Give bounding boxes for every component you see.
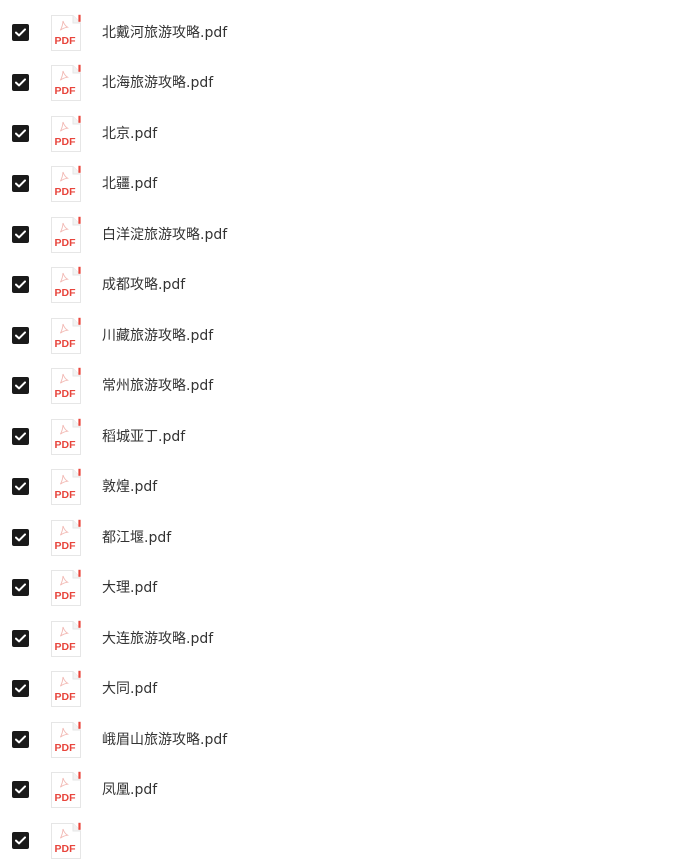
checkbox-checked-icon[interactable]: [12, 327, 29, 344]
pdf-badge-text: PDF: [55, 237, 77, 249]
pdf-file-icon: PDF: [50, 0, 82, 1]
file-name[interactable]: 大连旅游攻略.pdf: [102, 630, 213, 648]
file-name[interactable]: 都江堰.pdf: [102, 529, 171, 547]
pdf-badge-text: PDF: [55, 35, 77, 47]
checkbox-checked-icon[interactable]: [12, 428, 29, 445]
file-row[interactable]: PDF 北海旅游攻略.pdf: [0, 57, 687, 108]
file-row[interactable]: PDF 白洋淀旅游攻略.pdf: [0, 209, 687, 260]
file-name[interactable]: 大同.pdf: [102, 680, 157, 698]
file-name[interactable]: 川藏旅游攻略.pdf: [102, 327, 213, 345]
pdf-badge-text: PDF: [55, 590, 77, 602]
checkbox-checked-icon[interactable]: [12, 529, 29, 546]
checkbox-checked-icon[interactable]: [12, 781, 29, 798]
checkbox-checked-icon[interactable]: [12, 24, 29, 41]
pdf-badge-text: PDF: [55, 691, 77, 703]
pdf-file-icon: PDF: [50, 266, 82, 304]
pdf-badge-text: PDF: [55, 388, 77, 400]
file-row[interactable]: PDF: [0, 815, 687, 865]
file-name[interactable]: 大理.pdf: [102, 579, 157, 597]
pdf-file-icon: PDF: [50, 569, 82, 607]
pdf-file-icon: PDF: [50, 519, 82, 557]
checkbox-checked-icon[interactable]: [12, 731, 29, 748]
pdf-badge-text: PDF: [55, 489, 77, 501]
pdf-file-icon: PDF: [50, 367, 82, 405]
pdf-badge-text: PDF: [55, 843, 77, 855]
pdf-file-icon: PDF: [50, 418, 82, 456]
file-row[interactable]: PDF 北疆.pdf: [0, 158, 687, 209]
pdf-file-icon: PDF: [50, 771, 82, 809]
file-row[interactable]: PDF 稻城亚丁.pdf: [0, 411, 687, 462]
checkbox-checked-icon[interactable]: [12, 226, 29, 243]
pdf-badge-text: PDF: [55, 792, 77, 804]
file-row[interactable]: PDF 敦煌.pdf: [0, 461, 687, 512]
file-row[interactable]: PDF 凤凰.pdf: [0, 764, 687, 815]
file-name[interactable]: 成都攻略.pdf: [102, 276, 185, 294]
pdf-badge-text: PDF: [55, 338, 77, 350]
file-list: PDF 澳门旅游攻略.pdf PDF 北戴河旅游攻略.pdf: [0, 0, 687, 865]
pdf-file-icon: PDF: [50, 468, 82, 506]
file-row[interactable]: PDF 成都攻略.pdf: [0, 259, 687, 310]
file-name[interactable]: 北京.pdf: [102, 125, 157, 143]
pdf-badge-text: PDF: [55, 287, 77, 299]
pdf-file-icon: PDF: [50, 165, 82, 203]
pdf-file-icon: PDF: [50, 721, 82, 759]
pdf-badge-text: PDF: [55, 742, 77, 754]
pdf-badge-text: PDF: [55, 136, 77, 148]
checkbox-checked-icon[interactable]: [12, 377, 29, 394]
checkbox-checked-icon[interactable]: [12, 478, 29, 495]
pdf-file-icon: PDF: [50, 115, 82, 153]
checkbox-checked-icon[interactable]: [12, 579, 29, 596]
file-name[interactable]: 北海旅游攻略.pdf: [102, 74, 213, 92]
checkbox-checked-icon[interactable]: [12, 125, 29, 142]
checkbox-checked-icon[interactable]: [12, 175, 29, 192]
checkbox-checked-icon[interactable]: [12, 832, 29, 849]
pdf-badge-text: PDF: [55, 540, 77, 552]
pdf-badge-text: PDF: [55, 85, 77, 97]
pdf-file-icon: PDF: [50, 317, 82, 355]
file-name[interactable]: 凤凰.pdf: [102, 781, 157, 799]
checkbox-checked-icon[interactable]: [12, 74, 29, 91]
checkbox-checked-icon[interactable]: [12, 276, 29, 293]
file-row[interactable]: PDF 北戴河旅游攻略.pdf: [0, 7, 687, 58]
file-row[interactable]: PDF 川藏旅游攻略.pdf: [0, 310, 687, 361]
file-row[interactable]: PDF 北京.pdf: [0, 108, 687, 159]
file-row[interactable]: PDF 峨眉山旅游攻略.pdf: [0, 714, 687, 765]
pdf-file-icon: PDF: [50, 620, 82, 658]
file-name[interactable]: 白洋淀旅游攻略.pdf: [102, 226, 227, 244]
file-row[interactable]: PDF 常州旅游攻略.pdf: [0, 360, 687, 411]
file-name[interactable]: 稻城亚丁.pdf: [102, 428, 185, 446]
pdf-file-icon: PDF: [50, 64, 82, 102]
pdf-badge-text: PDF: [55, 186, 77, 198]
pdf-badge-text: PDF: [55, 641, 77, 653]
pdf-file-icon: PDF: [50, 822, 82, 860]
file-name[interactable]: 北疆.pdf: [102, 175, 157, 193]
file-row[interactable]: PDF 都江堰.pdf: [0, 512, 687, 563]
pdf-file-icon: PDF: [50, 216, 82, 254]
file-row[interactable]: PDF 大同.pdf: [0, 663, 687, 714]
file-name[interactable]: 常州旅游攻略.pdf: [102, 377, 213, 395]
file-name[interactable]: 敦煌.pdf: [102, 478, 157, 496]
file-name[interactable]: 北戴河旅游攻略.pdf: [102, 24, 227, 42]
pdf-file-icon: PDF: [50, 670, 82, 708]
file-row[interactable]: PDF 大理.pdf: [0, 562, 687, 613]
file-name[interactable]: 峨眉山旅游攻略.pdf: [102, 731, 227, 749]
checkbox-checked-icon[interactable]: [12, 680, 29, 697]
file-row[interactable]: PDF 大连旅游攻略.pdf: [0, 613, 687, 664]
checkbox-checked-icon[interactable]: [12, 630, 29, 647]
pdf-file-icon: PDF: [50, 14, 82, 52]
pdf-badge-text: PDF: [55, 439, 77, 451]
